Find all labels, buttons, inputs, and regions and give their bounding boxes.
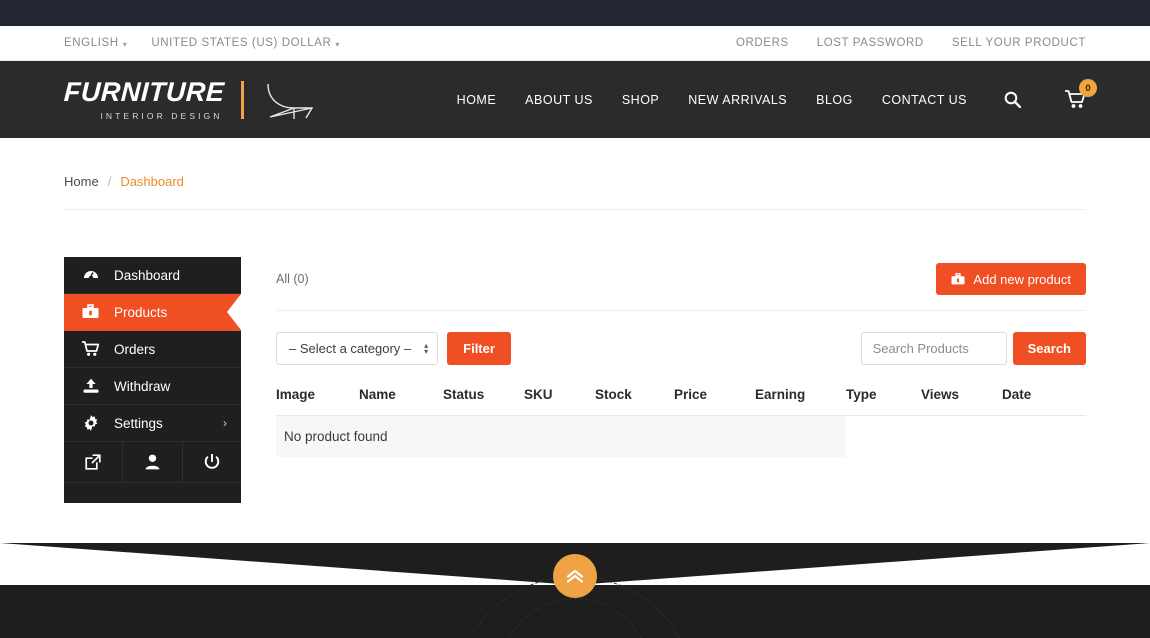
breadcrumb-separator: / (107, 174, 112, 189)
site-header: FURNITURE INTERIOR DESIGN HOME ABOUT US … (0, 61, 1150, 138)
column-header-type[interactable]: Type (846, 387, 921, 416)
visit-store-button[interactable] (64, 442, 124, 482)
language-selector[interactable]: ENGLISH ▾ (64, 37, 127, 49)
external-link-icon (85, 454, 101, 470)
search-products-input[interactable] (860, 332, 1007, 365)
double-chevron-up-icon (566, 569, 584, 583)
gear-icon (81, 415, 100, 431)
column-header-status[interactable]: Status (443, 387, 524, 416)
logo-divider (240, 80, 244, 119)
topbar-link-orders[interactable]: ORDERS (736, 37, 789, 49)
content-area: Home / Dashboard Dashboard Products Orde… (0, 138, 1150, 503)
chevron-right-icon: › (223, 416, 227, 430)
column-header-stock[interactable]: Stock (595, 387, 674, 416)
products-panel: All (0) Add new product – Select a categ… (241, 257, 1086, 503)
category-select[interactable]: – Select a category – ▴ ▾ (276, 332, 439, 365)
currency-selector[interactable]: UNITED STATES (US) DOLLAR ▾ (151, 37, 340, 49)
cart-count-badge: 0 (1079, 79, 1097, 97)
chevron-down-icon: ▾ (122, 39, 128, 49)
sidebar-item-settings[interactable]: Settings › (64, 405, 241, 442)
main-navigation: HOME ABOUT US SHOP NEW ARRIVALS BLOG CON… (457, 79, 1097, 109)
upload-icon (81, 378, 100, 394)
nav-item-home[interactable]: HOME (457, 93, 497, 107)
chevron-down-icon: ▾ (335, 39, 341, 49)
topbar-right-group: ORDERS LOST PASSWORD SELL YOUR PRODUCT (736, 37, 1086, 49)
sidebar-item-label: Dashboard (114, 267, 181, 283)
briefcase-icon (951, 272, 965, 284)
topbar-left-group: ENGLISH ▾ UNITED STATES (US) DOLLAR ▾ (64, 37, 340, 49)
cart-icon (81, 341, 100, 357)
table-row-empty: No product found (276, 415, 1086, 458)
dashboard-sidebar: Dashboard Products Orders Withdraw Setti… (64, 257, 241, 503)
column-header-price[interactable]: Price (674, 387, 755, 416)
sidebar-item-products[interactable]: Products (64, 294, 241, 331)
logo-subtitle: INTERIOR DESIGN (100, 110, 223, 121)
column-header-earning[interactable]: Earning (755, 387, 846, 416)
add-new-product-label: Add new product (973, 271, 1071, 287)
breadcrumb-home[interactable]: Home (64, 174, 99, 189)
products-table-head: Image Name Status SKU Stock Price Earnin… (276, 387, 1086, 416)
column-header-image[interactable]: Image (276, 387, 359, 416)
nav-item-new-arrivals[interactable]: NEW ARRIVALS (688, 93, 787, 107)
logout-button[interactable] (183, 442, 241, 482)
table-header-row: Image Name Status SKU Stock Price Earnin… (276, 387, 1086, 416)
speedometer-icon (81, 267, 100, 283)
topbar-link-sell-your-product[interactable]: SELL YOUR PRODUCT (952, 37, 1086, 49)
currency-label: UNITED STATES (US) DOLLAR (151, 37, 332, 49)
page-root: ENGLISH ▾ UNITED STATES (US) DOLLAR ▾ OR… (0, 0, 1150, 638)
sidebar-tail (64, 483, 241, 503)
sidebar-action-row (64, 442, 241, 483)
site-footer (0, 543, 1150, 638)
profile-button[interactable] (123, 442, 183, 482)
filter-row: – Select a category – ▴ ▾ Filter Search (276, 311, 1086, 365)
empty-state-message: No product found (276, 415, 846, 457)
topbar-link-lost-password[interactable]: LOST PASSWORD (817, 37, 924, 49)
column-header-name[interactable]: Name (359, 387, 443, 416)
briefcase-icon (81, 304, 100, 320)
sidebar-item-withdraw[interactable]: Withdraw (64, 368, 241, 405)
nav-item-blog[interactable]: BLOG (816, 93, 853, 107)
column-header-date[interactable]: Date (1002, 387, 1086, 416)
power-icon (204, 454, 220, 469)
search-group: Search (860, 332, 1086, 365)
products-table: Image Name Status SKU Stock Price Earnin… (276, 387, 1086, 457)
nav-item-about-us[interactable]: ABOUT US (525, 93, 593, 107)
products-table-body: No product found (276, 415, 1086, 458)
sidebar-item-dashboard[interactable]: Dashboard (64, 257, 241, 294)
nav-item-contact-us[interactable]: CONTACT US (882, 93, 967, 107)
panel-toolbar: All (0) Add new product (276, 257, 1086, 301)
category-select-value: – Select a category – (289, 341, 412, 356)
sort-arrows-icon: ▴ ▾ (424, 340, 429, 356)
chair-icon (266, 83, 313, 119)
utility-top-bar: ENGLISH ▾ UNITED STATES (US) DOLLAR ▾ OR… (0, 26, 1150, 61)
filter-button[interactable]: Filter (447, 332, 511, 365)
sidebar-item-label: Withdraw (114, 378, 171, 394)
sidebar-item-label: Settings (114, 415, 163, 431)
breadcrumb-current: Dashboard (120, 174, 184, 189)
logo-title: FURNITURE (63, 76, 226, 107)
cart-button[interactable]: 0 (1065, 79, 1097, 109)
scroll-to-top-button[interactable] (553, 554, 597, 598)
top-dark-strip (0, 0, 1150, 26)
nav-item-shop[interactable]: SHOP (622, 93, 659, 107)
language-label: ENGLISH (64, 37, 119, 49)
site-logo[interactable]: FURNITURE INTERIOR DESIGN (63, 76, 316, 122)
search-icon[interactable] (1004, 91, 1021, 108)
sidebar-item-label: Orders (114, 341, 156, 357)
empty-state-filler (846, 416, 1086, 458)
column-header-views[interactable]: Views (921, 387, 1002, 416)
add-new-product-button[interactable]: Add new product (936, 263, 1086, 295)
search-button[interactable]: Search (1012, 332, 1086, 365)
dashboard-layout: Dashboard Products Orders Withdraw Setti… (64, 210, 1086, 503)
sidebar-item-label: Products (114, 304, 168, 320)
all-count-label[interactable]: All (0) (276, 272, 309, 286)
logo-text-block: FURNITURE INTERIOR DESIGN (63, 76, 226, 121)
user-icon (145, 454, 160, 470)
column-header-sku[interactable]: SKU (524, 387, 595, 416)
breadcrumb: Home / Dashboard (64, 138, 1086, 210)
sidebar-item-orders[interactable]: Orders (64, 331, 241, 368)
